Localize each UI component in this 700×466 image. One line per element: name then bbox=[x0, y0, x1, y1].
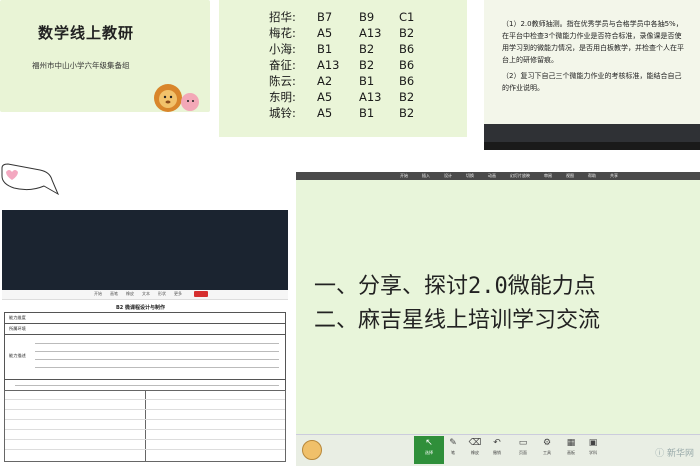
table-row: 能力描述 bbox=[5, 335, 285, 380]
tool-label[interactable]: 橡皮 bbox=[126, 291, 134, 297]
table-row: 城铃: A5 B1 B2 bbox=[269, 106, 415, 120]
presenter-toolbar[interactable] bbox=[484, 124, 700, 142]
assignment-list-panel: 招华: B7 B9 C1 梅花: A5 A13 B2 小海: B1 B2 B6 奋征: A13 B2 B… bbox=[219, 0, 467, 137]
menu-item[interactable]: 切换 bbox=[466, 173, 474, 179]
table-row: 小海: B1 B2 B6 bbox=[269, 42, 415, 56]
tool-label[interactable]: 形状 bbox=[158, 291, 166, 297]
instruction-text: （1）2.0教师抽测。指在优秀学员与合格学员中各抽5%，在平台中检查3个微能力作… bbox=[502, 18, 688, 98]
evaluation-grid bbox=[4, 390, 286, 462]
document-page: B2 微课程设计与制作 能力维度 所属环境 能力描述 bbox=[4, 305, 286, 466]
taskbar bbox=[484, 142, 700, 150]
agenda-item-2: 二、麻吉星线上培训学习交流 bbox=[314, 308, 601, 333]
criteria-table: 能力维度 所属环境 能力描述 bbox=[4, 312, 286, 391]
video-area bbox=[2, 210, 288, 290]
watermark: ⓘ 新华网 bbox=[655, 449, 694, 459]
slide-subtitle: 福州市中山小学六年级集备组 bbox=[32, 61, 130, 70]
menu-item[interactable]: 视图 bbox=[566, 173, 574, 179]
stop-share-button[interactable] bbox=[194, 291, 208, 297]
table-row: 梅花: A5 A13 B2 bbox=[269, 26, 415, 40]
tool-label[interactable]: 文本 bbox=[142, 291, 150, 297]
tool-label[interactable]: 画笔 bbox=[110, 291, 118, 297]
meeting-toolbar[interactable]: 开始 画笔 橡皮 文本 形状 更多 bbox=[2, 290, 288, 300]
menu-item[interactable]: 帮助 bbox=[588, 173, 596, 179]
menu-item[interactable]: 共享 bbox=[610, 173, 618, 179]
menu-item[interactable]: 开始 bbox=[400, 173, 408, 179]
table-row: 陈云: A2 B1 B6 bbox=[269, 74, 415, 88]
menu-item[interactable]: 动画 bbox=[488, 173, 496, 179]
app-logo-icon[interactable] bbox=[302, 440, 322, 460]
tool-label[interactable]: 更多 bbox=[174, 291, 182, 297]
menu-item[interactable]: 设计 bbox=[444, 173, 452, 179]
agenda-item-1: 一、分享、探讨2.0微能力点 bbox=[314, 274, 596, 299]
table-row: 所属环境 bbox=[5, 324, 285, 335]
ribbon-menu[interactable]: 开始 插入 设计 切换 动画 幻灯片放映 审阅 视图 帮助 共享 bbox=[296, 172, 700, 180]
menu-item[interactable]: 插入 bbox=[422, 173, 430, 179]
menu-item[interactable]: 幻灯片放映 bbox=[510, 173, 530, 179]
lion-mascot-icon bbox=[154, 84, 199, 112]
instruction-panel: （1）2.0教师抽测。指在优秀学员与合格学员中各抽5%，在平台中检查3个微能力作… bbox=[484, 0, 700, 150]
subject-icon: ▣ bbox=[588, 438, 598, 448]
speech-bubble-icon bbox=[1, 163, 60, 196]
assignment-table: 招华: B7 B9 C1 梅花: A5 A13 B2 小海: B1 B2 B6 奋征: A13 B2 B… bbox=[269, 10, 414, 122]
instruction-para-2: （2）复习下自己三个微能力作业的考核标准，能结合自己的作业说明。 bbox=[502, 72, 682, 92]
agenda-slide-panel: 开始 插入 设计 切换 动画 幻灯片放映 审阅 视图 帮助 共享 一、分享、探讨… bbox=[296, 172, 700, 466]
table-row: 招华: B7 B9 C1 bbox=[269, 10, 415, 24]
slide-title: 数学线上教研 bbox=[38, 24, 135, 42]
subject-button[interactable]: ▣ 学科 bbox=[578, 438, 608, 456]
instruction-para-1: （1）2.0教师抽测。指在优秀学员与合格学员中各抽5%，在平台中检查3个微能力作… bbox=[502, 20, 684, 64]
table-row: 奋征: A13 B2 B6 bbox=[269, 58, 415, 72]
document-title: B2 微课程设计与制作 bbox=[116, 305, 166, 311]
table-row: 东明: A5 A13 B2 bbox=[269, 90, 415, 104]
tool-label[interactable]: 开始 bbox=[94, 291, 102, 297]
menu-item[interactable]: 审阅 bbox=[544, 173, 552, 179]
title-slide-panel: 数学线上教研 福州市中山小学六年级集备组 bbox=[0, 0, 210, 112]
table-row: 能力维度 bbox=[5, 313, 285, 324]
meeting-document-panel: 开始 画笔 橡皮 文本 形状 更多 B2 微课程设计与制作 能力维度 所属环境 … bbox=[2, 210, 288, 466]
